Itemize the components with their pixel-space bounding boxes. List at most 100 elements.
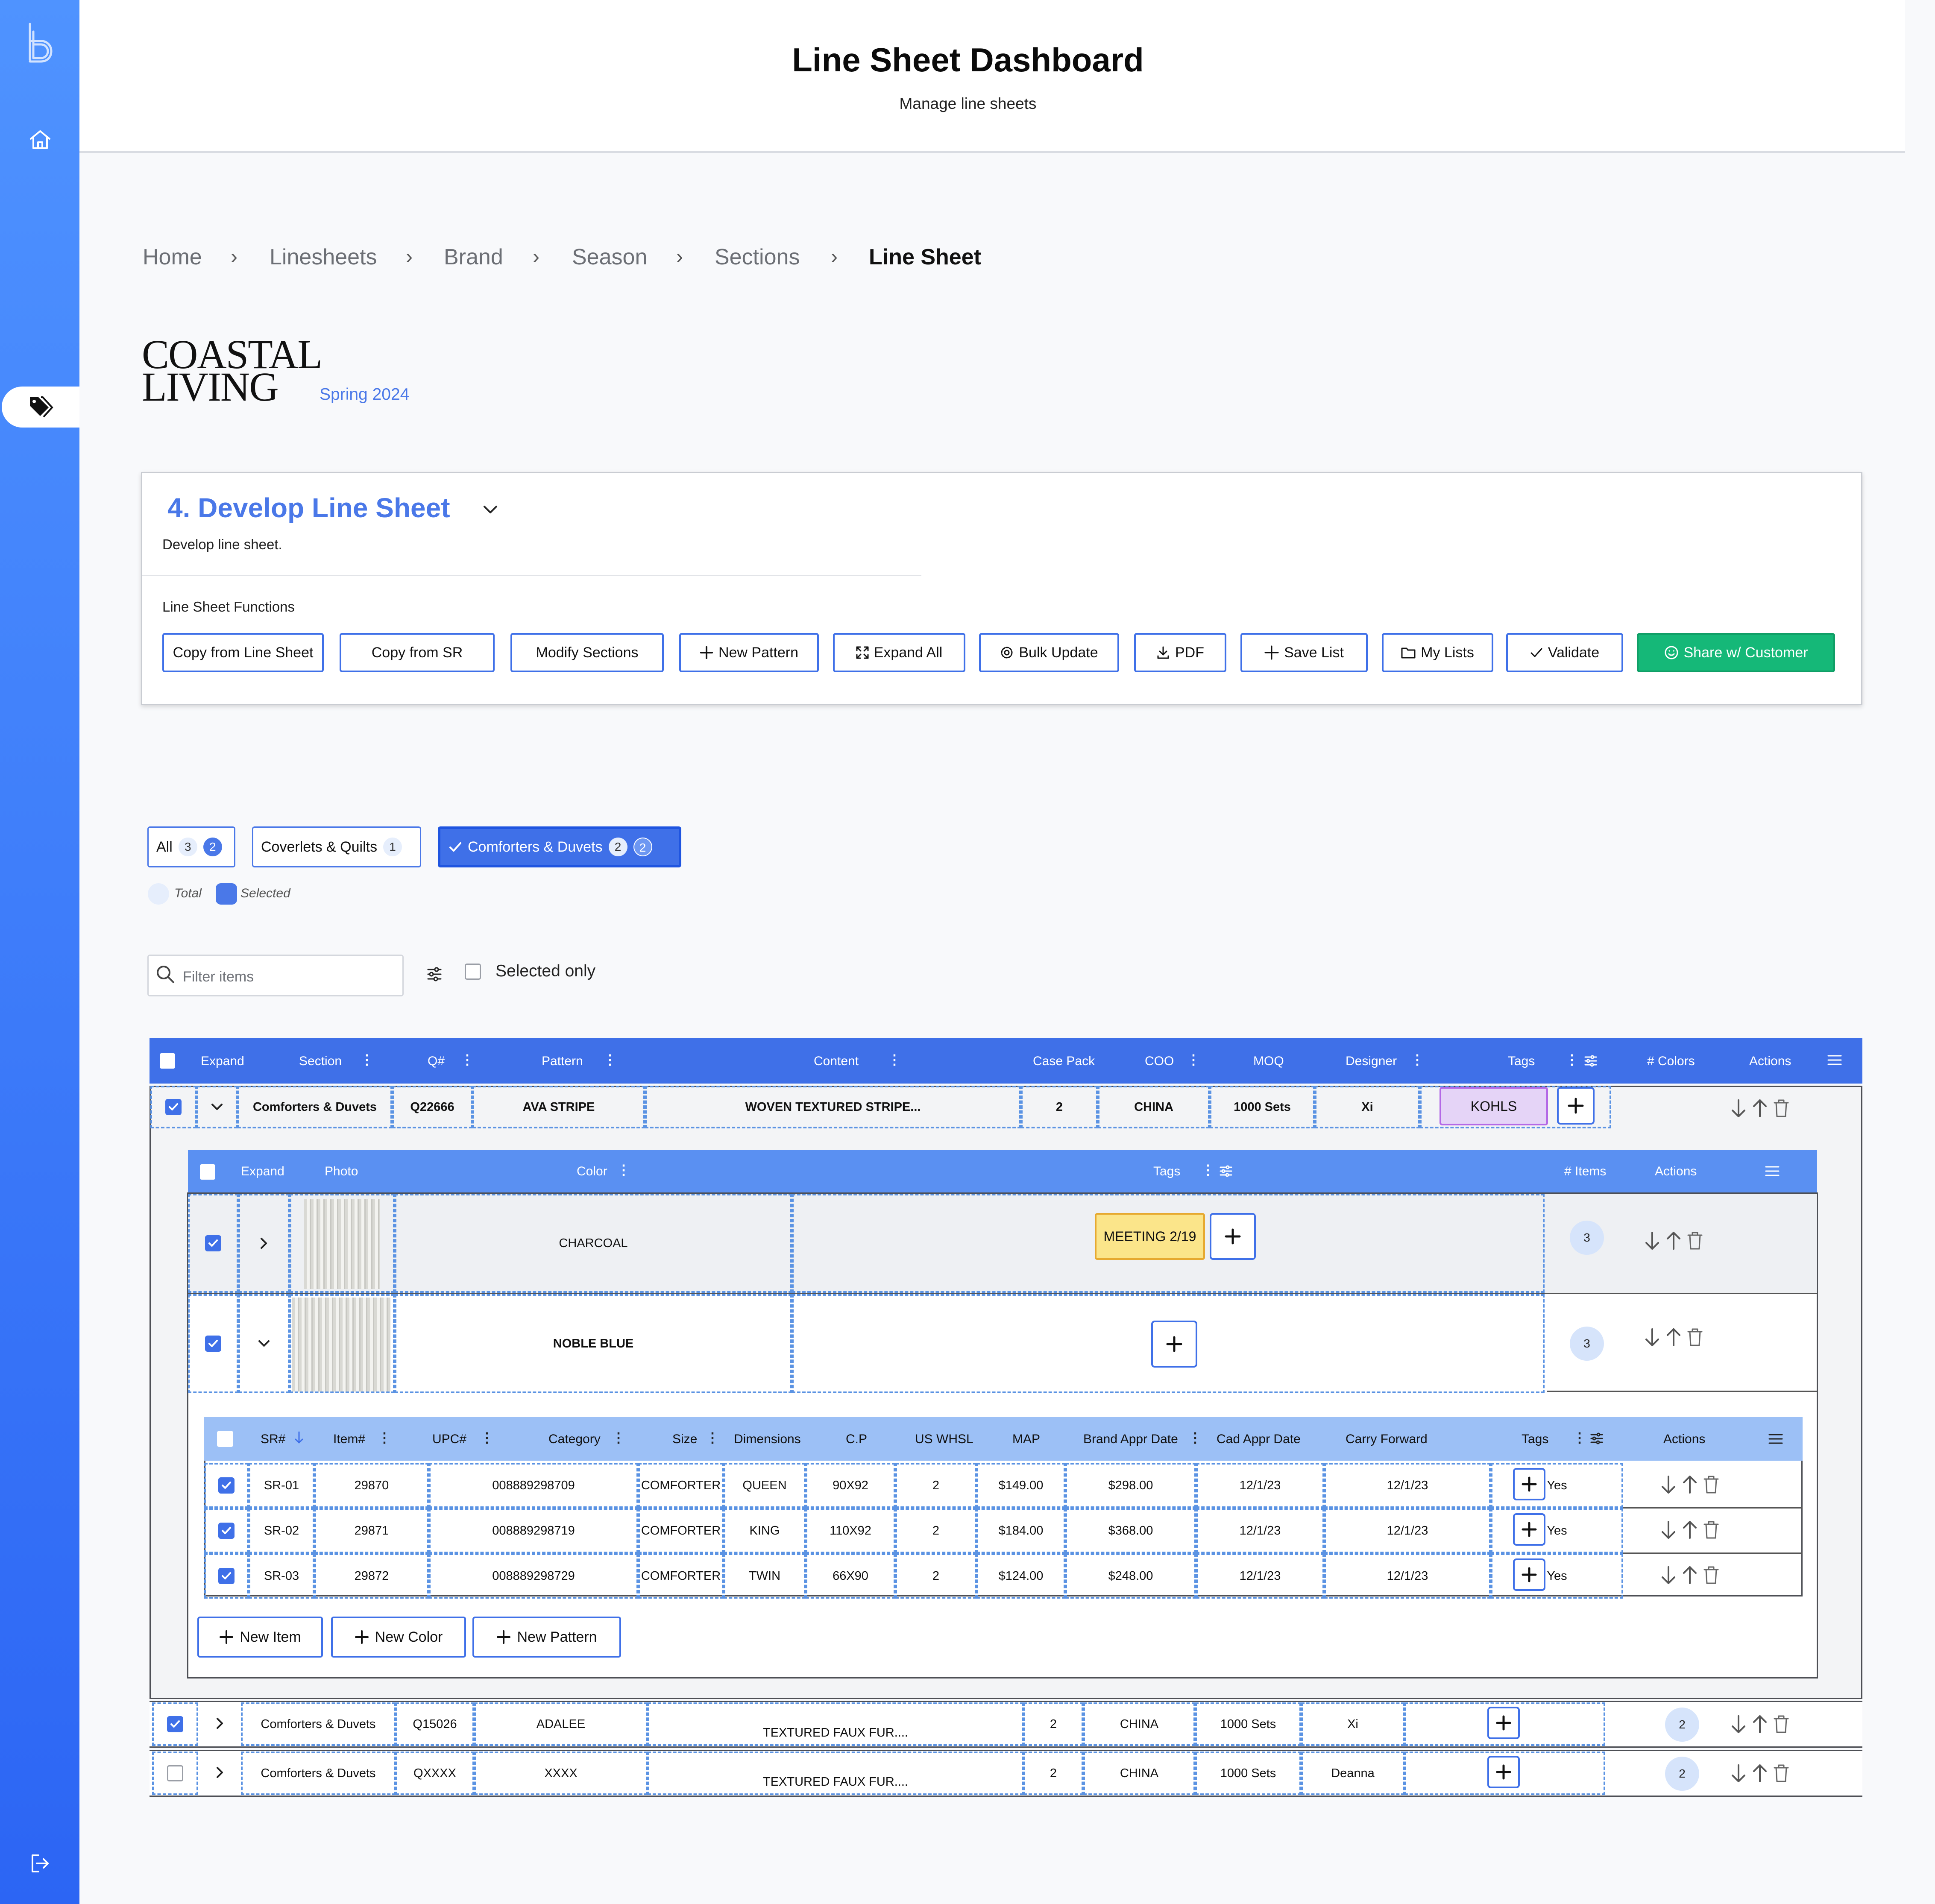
move-up-icon[interactable] bbox=[1751, 1714, 1768, 1734]
add-tag-button[interactable] bbox=[1513, 1558, 1545, 1591]
column-menu-icon[interactable]: ⋮ bbox=[1573, 1429, 1586, 1446]
expand-all-button[interactable]: Expand All bbox=[833, 633, 965, 672]
column-menu-icon[interactable]: ⋮ bbox=[1565, 1052, 1579, 1068]
column-menu-icon[interactable]: ⋮ bbox=[603, 1052, 617, 1068]
add-tag-button[interactable] bbox=[1487, 1707, 1520, 1739]
move-down-icon[interactable] bbox=[1730, 1098, 1747, 1118]
col-cad-appr-date[interactable]: Cad Appr Date bbox=[1217, 1432, 1301, 1447]
col-category[interactable]: Category bbox=[548, 1432, 601, 1447]
trash-icon[interactable] bbox=[1773, 1763, 1790, 1783]
trash-icon[interactable] bbox=[1773, 1098, 1790, 1118]
filter-settings-icon[interactable] bbox=[426, 966, 443, 982]
trash-icon[interactable] bbox=[1703, 1475, 1720, 1494]
col-map[interactable]: MAP bbox=[1012, 1432, 1040, 1447]
row-checkbox[interactable] bbox=[205, 1336, 221, 1352]
column-menu-icon[interactable]: ⋮ bbox=[1201, 1162, 1215, 1178]
select-all-checkbox[interactable] bbox=[160, 1053, 175, 1069]
move-up-icon[interactable] bbox=[1681, 1565, 1698, 1585]
col-coo[interactable]: COO bbox=[1145, 1054, 1174, 1069]
column-menu-icon[interactable]: ⋮ bbox=[1188, 1429, 1202, 1446]
column-menu-icon[interactable]: ⋮ bbox=[360, 1052, 374, 1068]
move-up-icon[interactable] bbox=[1665, 1327, 1682, 1347]
menu-icon[interactable] bbox=[1765, 1165, 1780, 1177]
column-menu-icon[interactable]: ⋮ bbox=[378, 1429, 391, 1446]
move-down-icon[interactable] bbox=[1730, 1763, 1747, 1783]
move-up-icon[interactable] bbox=[1681, 1475, 1698, 1494]
breadcrumb-linesheets[interactable]: Linesheets bbox=[270, 244, 377, 270]
move-down-icon[interactable] bbox=[1644, 1231, 1661, 1251]
row-checkbox[interactable] bbox=[167, 1765, 183, 1781]
col-pattern[interactable]: Pattern bbox=[542, 1054, 583, 1069]
col-carry-forward[interactable]: Carry Forward bbox=[1346, 1432, 1428, 1447]
col-color[interactable]: Color bbox=[577, 1164, 607, 1179]
col-tags[interactable]: Tags bbox=[1153, 1164, 1180, 1179]
move-up-icon[interactable] bbox=[1681, 1520, 1698, 1540]
trash-icon[interactable] bbox=[1703, 1520, 1720, 1540]
row-checkbox[interactable] bbox=[218, 1477, 235, 1494]
validate-button[interactable]: Validate bbox=[1506, 633, 1623, 672]
row-expand-button[interactable] bbox=[216, 1766, 224, 1779]
column-menu-icon[interactable]: ⋮ bbox=[460, 1052, 474, 1068]
col-us-whsl[interactable]: US WHSL bbox=[915, 1432, 973, 1447]
tag-filter-icon[interactable] bbox=[1584, 1054, 1598, 1068]
my-lists-button[interactable]: My Lists bbox=[1382, 633, 1493, 672]
col-content[interactable]: Content bbox=[814, 1054, 859, 1069]
home-icon[interactable] bbox=[29, 129, 51, 150]
new-item-button[interactable]: New Item bbox=[197, 1617, 323, 1658]
row-expand-cell[interactable] bbox=[238, 1294, 290, 1393]
col-tags[interactable]: Tags bbox=[1508, 1054, 1535, 1069]
row-checkbox[interactable] bbox=[165, 1099, 182, 1115]
menu-icon[interactable] bbox=[1768, 1433, 1783, 1445]
new-pattern-button[interactable]: New Pattern bbox=[679, 633, 819, 672]
add-tag-button[interactable] bbox=[1513, 1513, 1545, 1546]
filter-chip-comforters-duvets[interactable]: Comforters & Duvets 2 2 bbox=[438, 826, 681, 867]
sort-descending-icon[interactable] bbox=[294, 1431, 304, 1444]
new-color-button[interactable]: New Color bbox=[331, 1617, 466, 1658]
move-down-icon[interactable] bbox=[1660, 1520, 1677, 1540]
filter-chip-coverlets-quilts[interactable]: Coverlets & Quilts 1 bbox=[252, 826, 421, 867]
col-cp[interactable]: C.P bbox=[846, 1432, 867, 1447]
column-menu-icon[interactable]: ⋮ bbox=[1410, 1052, 1424, 1068]
col-brand-appr-date[interactable]: Brand Appr Date bbox=[1083, 1432, 1178, 1447]
colors-select-all-checkbox[interactable] bbox=[200, 1164, 215, 1180]
filter-chip-all[interactable]: All 3 2 bbox=[147, 826, 235, 867]
move-down-icon[interactable] bbox=[1644, 1327, 1661, 1347]
column-menu-icon[interactable]: ⋮ bbox=[480, 1429, 494, 1446]
row-checkbox[interactable] bbox=[167, 1716, 183, 1732]
trash-icon[interactable] bbox=[1686, 1327, 1703, 1347]
row-expand-cell[interactable] bbox=[196, 1086, 237, 1128]
trash-icon[interactable] bbox=[1773, 1714, 1790, 1734]
trash-icon[interactable] bbox=[1686, 1231, 1703, 1251]
copy-from-sr-button[interactable]: Copy from SR bbox=[340, 633, 495, 672]
new-pattern-button[interactable]: New Pattern bbox=[472, 1617, 621, 1658]
move-up-icon[interactable] bbox=[1665, 1231, 1682, 1251]
column-menu-icon[interactable]: ⋮ bbox=[1187, 1052, 1200, 1068]
column-menu-icon[interactable]: ⋮ bbox=[617, 1162, 630, 1178]
save-list-button[interactable]: Save List bbox=[1240, 633, 1368, 672]
col-designer[interactable]: Designer bbox=[1346, 1054, 1397, 1069]
col-section[interactable]: Section bbox=[299, 1054, 342, 1069]
tag-meeting[interactable]: MEETING 2/19 bbox=[1095, 1213, 1205, 1260]
row-expand-cell[interactable] bbox=[238, 1194, 290, 1293]
chevron-down-icon[interactable] bbox=[482, 505, 499, 515]
column-menu-icon[interactable]: ⋮ bbox=[888, 1052, 901, 1068]
col-size[interactable]: Size bbox=[672, 1432, 697, 1447]
add-tag-button[interactable] bbox=[1557, 1087, 1595, 1125]
col-q[interactable]: Q# bbox=[428, 1054, 445, 1069]
move-up-icon[interactable] bbox=[1751, 1098, 1768, 1118]
column-menu-icon[interactable]: ⋮ bbox=[706, 1429, 719, 1446]
add-tag-button[interactable] bbox=[1513, 1468, 1545, 1500]
breadcrumb-season[interactable]: Season bbox=[572, 244, 647, 270]
app-logo-icon[interactable] bbox=[26, 23, 54, 64]
selected-only-checkbox[interactable] bbox=[465, 964, 481, 980]
col-moq[interactable]: MOQ bbox=[1253, 1054, 1284, 1069]
product-photo[interactable] bbox=[292, 1298, 390, 1391]
col-tags[interactable]: Tags bbox=[1522, 1432, 1548, 1447]
col-item[interactable]: Item# bbox=[333, 1432, 365, 1447]
move-up-icon[interactable] bbox=[1751, 1763, 1768, 1783]
bulk-update-button[interactable]: Bulk Update bbox=[979, 633, 1119, 672]
row-checkbox[interactable] bbox=[218, 1523, 235, 1539]
move-down-icon[interactable] bbox=[1730, 1714, 1747, 1734]
logout-icon[interactable] bbox=[30, 1854, 50, 1873]
add-tag-button[interactable] bbox=[1487, 1756, 1520, 1788]
